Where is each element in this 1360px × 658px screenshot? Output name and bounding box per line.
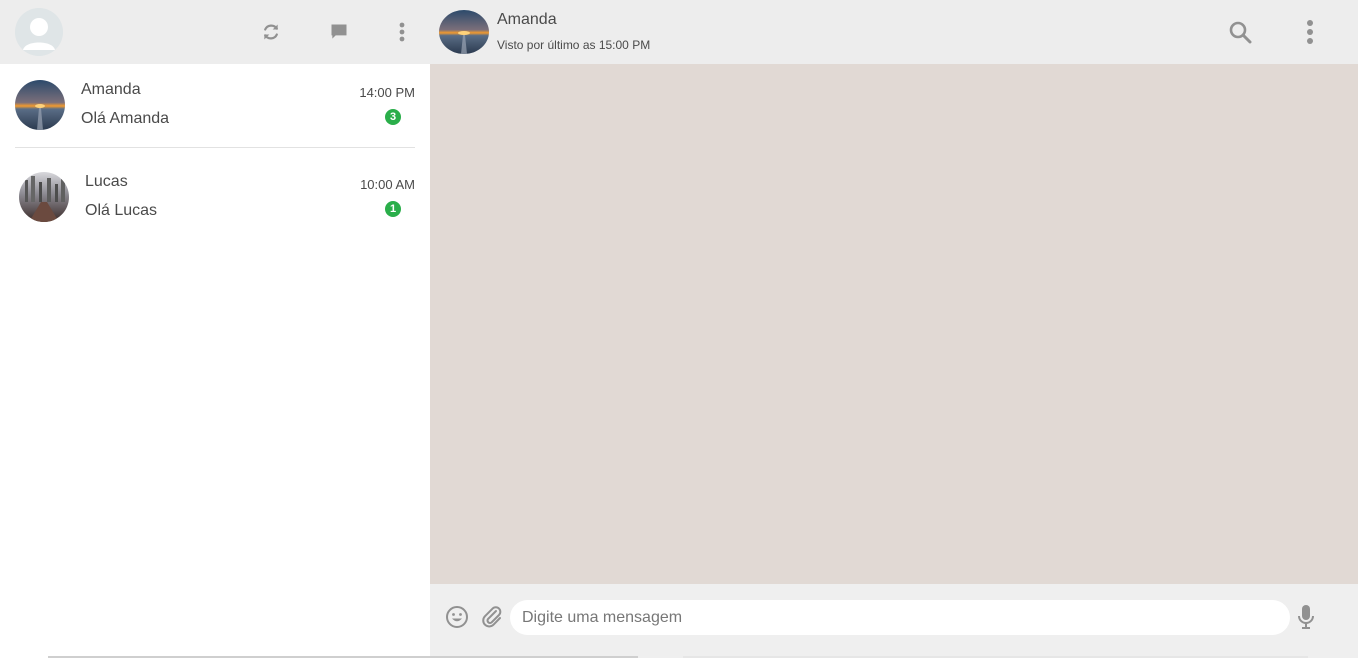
active-contact-avatar[interactable] <box>439 10 489 54</box>
chat-list: Amanda Olá Amanda 14:00 PM 3 Lucas Olá L… <box>0 64 430 248</box>
new-chat-icon[interactable] <box>327 20 351 44</box>
chat-time: 14:00 PM <box>359 85 415 100</box>
search-icon[interactable] <box>1227 19 1253 45</box>
whatsapp-app: Amanda Olá Amanda 14:00 PM 3 Lucas Olá L… <box>0 0 1360 658</box>
messages-area[interactable] <box>430 64 1358 584</box>
chat-item-lucas[interactable]: Lucas Olá Lucas 10:00 AM 1 <box>0 156 430 248</box>
my-profile-avatar[interactable] <box>15 8 63 56</box>
last-seen-status: Visto por último as 15:00 PM <box>497 38 651 52</box>
conversation-header: Amanda Visto por último as 15:00 PM <box>430 0 1358 64</box>
attach-icon[interactable] <box>479 604 505 630</box>
unread-badge: 1 <box>385 201 401 217</box>
menu-dots-icon[interactable] <box>390 20 414 44</box>
message-composer <box>430 584 1358 658</box>
chat-item-amanda[interactable]: Amanda Olá Amanda 14:00 PM 3 <box>0 64 430 156</box>
chat-time: 10:00 AM <box>360 177 415 192</box>
message-input[interactable] <box>510 600 1290 635</box>
contact-avatar <box>19 172 69 222</box>
conversation-menu-dots-icon[interactable] <box>1297 19 1323 45</box>
contact-avatar <box>15 80 65 130</box>
chat-preview: Olá Amanda <box>81 110 170 127</box>
chat-preview: Olá Lucas <box>85 202 158 219</box>
microphone-icon[interactable] <box>1293 604 1319 630</box>
refresh-icon[interactable] <box>259 20 283 44</box>
unread-badge: 3 <box>385 109 401 125</box>
emoji-icon[interactable] <box>444 604 470 630</box>
sidebar-header <box>0 0 430 64</box>
chat-name: Amanda <box>81 81 141 98</box>
chat-name: Lucas <box>85 173 128 190</box>
active-contact-name: Amanda <box>497 11 557 28</box>
sidebar: Amanda Olá Amanda 14:00 PM 3 Lucas Olá L… <box>0 0 430 658</box>
chat-divider <box>15 147 415 148</box>
default-avatar-icon <box>15 8 63 56</box>
conversation-panel: Amanda Visto por último as 15:00 PM <box>430 0 1358 658</box>
